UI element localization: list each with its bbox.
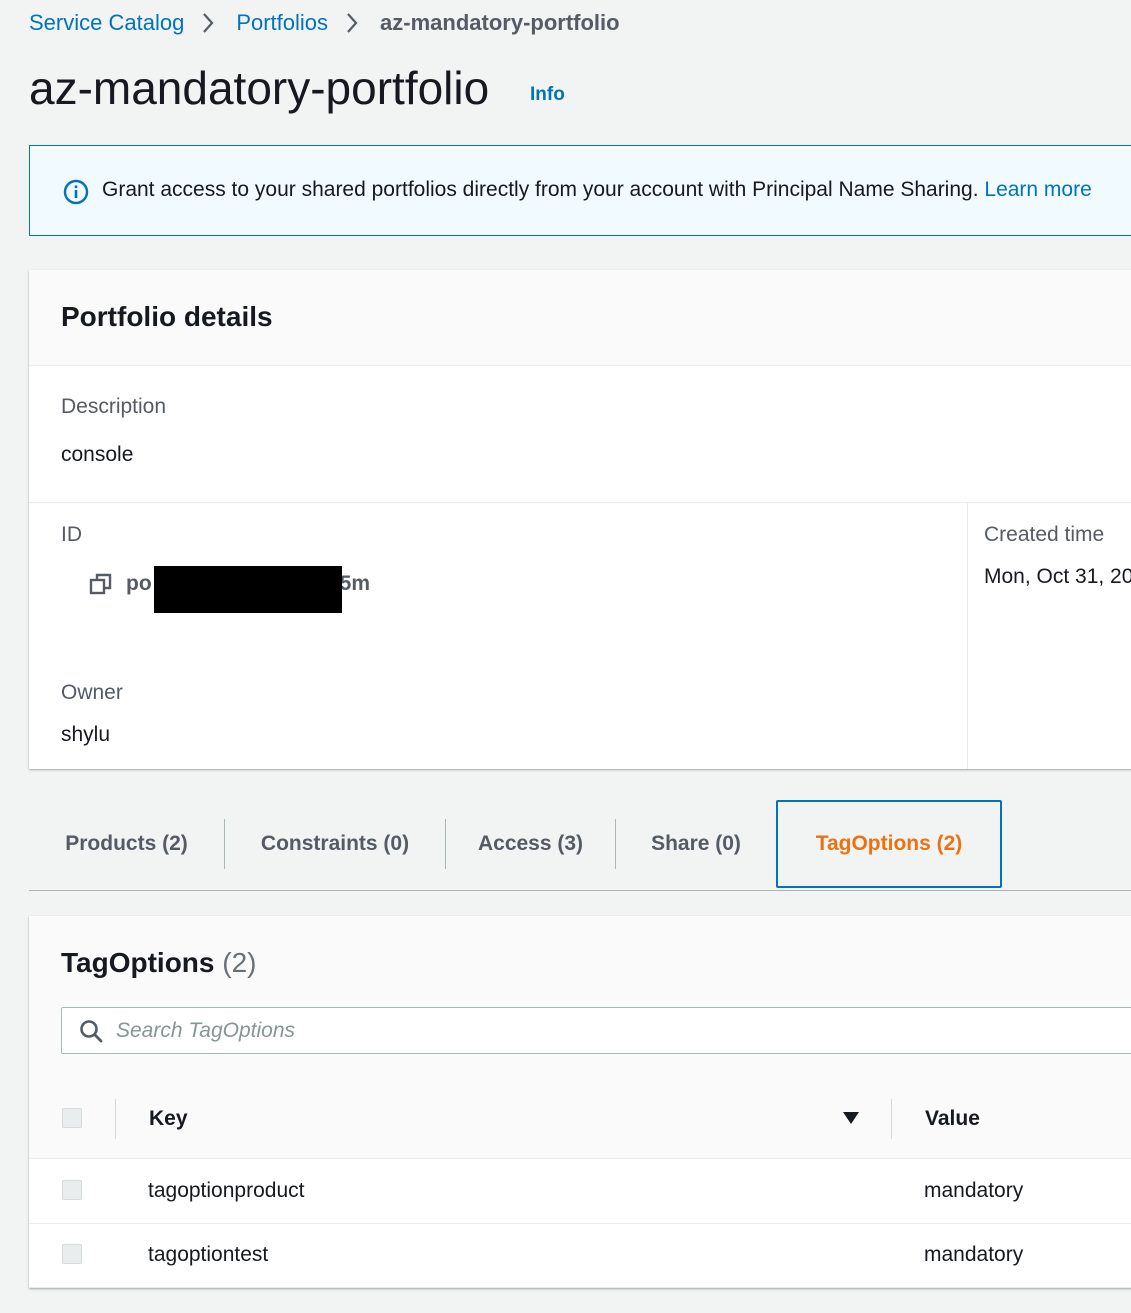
info-banner-message: Grant access to your shared portfolios d… [102, 178, 979, 201]
breadcrumb: Service Catalog Portfolios az-mandatory-… [29, 9, 620, 37]
table-row: tagoptionproduct mandatory [29, 1159, 1131, 1224]
details-divider [29, 502, 1131, 503]
details-column-divider [967, 502, 968, 769]
info-link[interactable]: Info [530, 84, 565, 106]
breadcrumb-current: az-mandatory-portfolio [380, 10, 620, 35]
learn-more-link[interactable]: Learn more [984, 178, 1091, 201]
portfolio-id-suffix: 5m [339, 572, 371, 595]
info-banner: Grant access to your shared portfolios d… [29, 145, 1131, 236]
column-header-key[interactable]: Key [149, 1107, 188, 1131]
breadcrumb-service-catalog[interactable]: Service Catalog [29, 10, 184, 36]
table-header-row: Key Value [29, 1081, 1131, 1159]
owner-value: shylu [61, 723, 111, 746]
search-box [61, 1007, 1131, 1054]
search-icon [80, 1020, 103, 1043]
chevron-right-icon [184, 9, 236, 37]
tagoptions-header: TagOptions (2) [29, 916, 1131, 1082]
sort-descending-icon[interactable] [842, 1111, 860, 1125]
info-circle-icon [63, 179, 89, 205]
tab-access[interactable]: Access (3) [446, 800, 615, 888]
search-input[interactable] [116, 1016, 1016, 1046]
portfolio-details-title: Portfolio details [61, 301, 273, 332]
tab-share[interactable]: Share (0) [616, 800, 776, 888]
select-all-checkbox[interactable] [62, 1108, 82, 1128]
row-value: mandatory [924, 1243, 1024, 1266]
page-title: az-mandatory-portfolio [29, 62, 490, 114]
tagoptions-panel: TagOptions (2) Key Value tagoptionproduc… [29, 916, 1131, 1288]
breadcrumb-portfolios[interactable]: Portfolios [236, 10, 328, 36]
description-label: Description [61, 395, 167, 418]
portfolio-details-header: Portfolio details [29, 270, 1131, 366]
row-checkbox[interactable] [62, 1244, 82, 1264]
row-checkbox[interactable] [62, 1180, 82, 1200]
portfolio-id-prefix: po [126, 572, 152, 595]
created-time-value: Mon, Oct 31, 2022 [984, 565, 1131, 588]
chevron-right-icon [328, 9, 380, 37]
row-key: tagoptionproduct [148, 1179, 305, 1202]
owner-label: Owner [61, 681, 123, 704]
portfolio-details-panel: Portfolio details Description console ID… [29, 270, 1131, 769]
id-label: ID [61, 523, 82, 546]
copy-icon[interactable] [89, 572, 113, 596]
table-row: tagoptiontest mandatory [29, 1223, 1131, 1288]
tagoptions-title: TagOptions (2) [61, 947, 256, 979]
tab-tagoptions[interactable]: TagOptions (2) [776, 800, 1002, 888]
description-value: console [61, 443, 134, 466]
tab-products[interactable]: Products (2) [29, 800, 224, 888]
column-header-value[interactable]: Value [925, 1107, 980, 1131]
row-key: tagoptiontest [148, 1243, 269, 1266]
tab-constraints[interactable]: Constraints (0) [225, 800, 445, 888]
redaction-box [154, 566, 342, 613]
row-value: mandatory [924, 1179, 1024, 1202]
portfolio-tabs: Products (2) Constraints (0) Access (3) … [29, 800, 1131, 891]
info-banner-text: Grant access to your shared portfolios d… [102, 178, 1092, 202]
tagoptions-count: (2) [222, 947, 257, 978]
tagoptions-title-text: TagOptions [61, 947, 215, 978]
column-separator [891, 1099, 892, 1139]
created-time-label: Created time [984, 523, 1105, 546]
column-separator [115, 1099, 116, 1139]
